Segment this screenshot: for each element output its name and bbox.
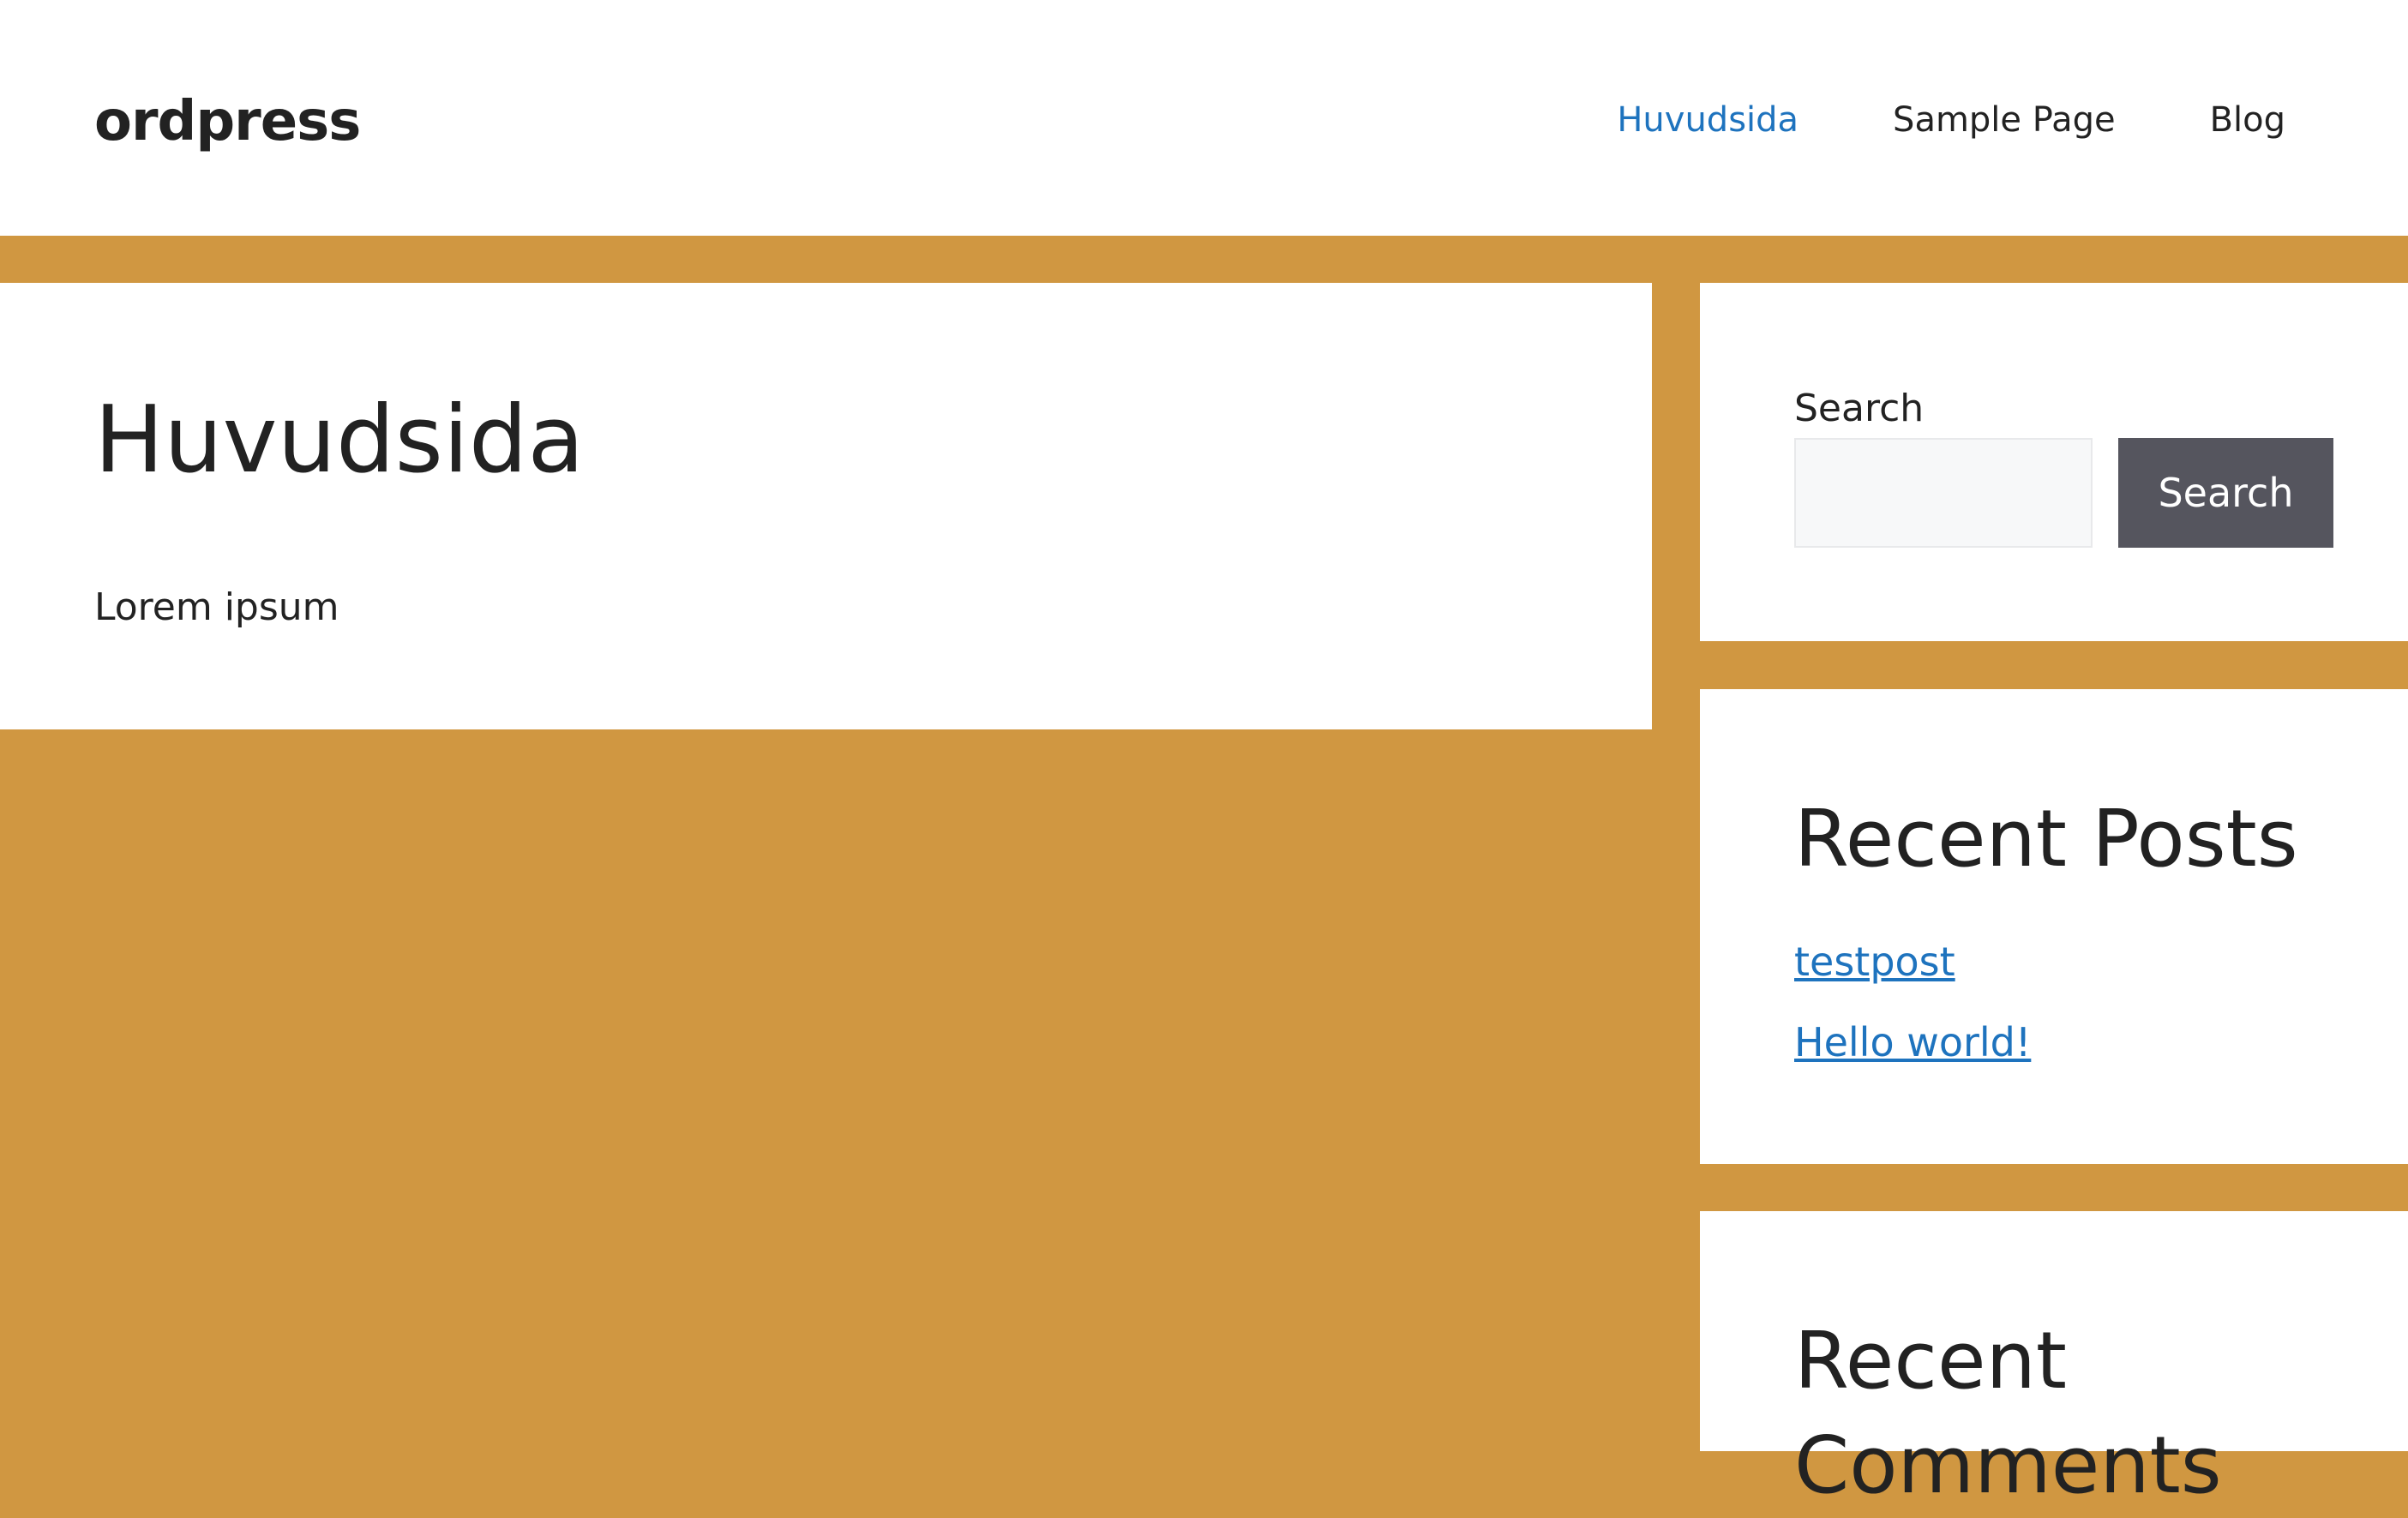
recent-post-link[interactable]: testpost (1794, 933, 1955, 990)
recent-posts-widget (1700, 689, 2408, 1164)
site-title[interactable]: ordpress (94, 82, 361, 161)
recent-posts-title: Recent Posts (1794, 793, 2298, 885)
nav-link-sample-page[interactable]: Sample Page (1893, 93, 2116, 147)
nav-link-huvudsida[interactable]: Huvudsida (1617, 93, 1798, 147)
main-navigation: Huvudsida Sample Page Blog (1617, 93, 2285, 147)
page-title: Huvudsida (94, 387, 585, 494)
recent-comments-title: Recent Comments (1794, 1315, 2222, 1511)
site-header: ordpress Huvudsida Sample Page Blog (0, 0, 2408, 236)
nav-link-blog[interactable]: Blog (2210, 93, 2285, 147)
recent-post-link[interactable]: Hello world! (1794, 1014, 2031, 1071)
page-content-text: Lorem ipsum (94, 585, 339, 629)
search-button[interactable]: Search (2118, 438, 2333, 548)
search-input[interactable] (1794, 438, 2093, 548)
main-content-area (0, 283, 1652, 729)
search-label: Search (1794, 387, 1925, 430)
